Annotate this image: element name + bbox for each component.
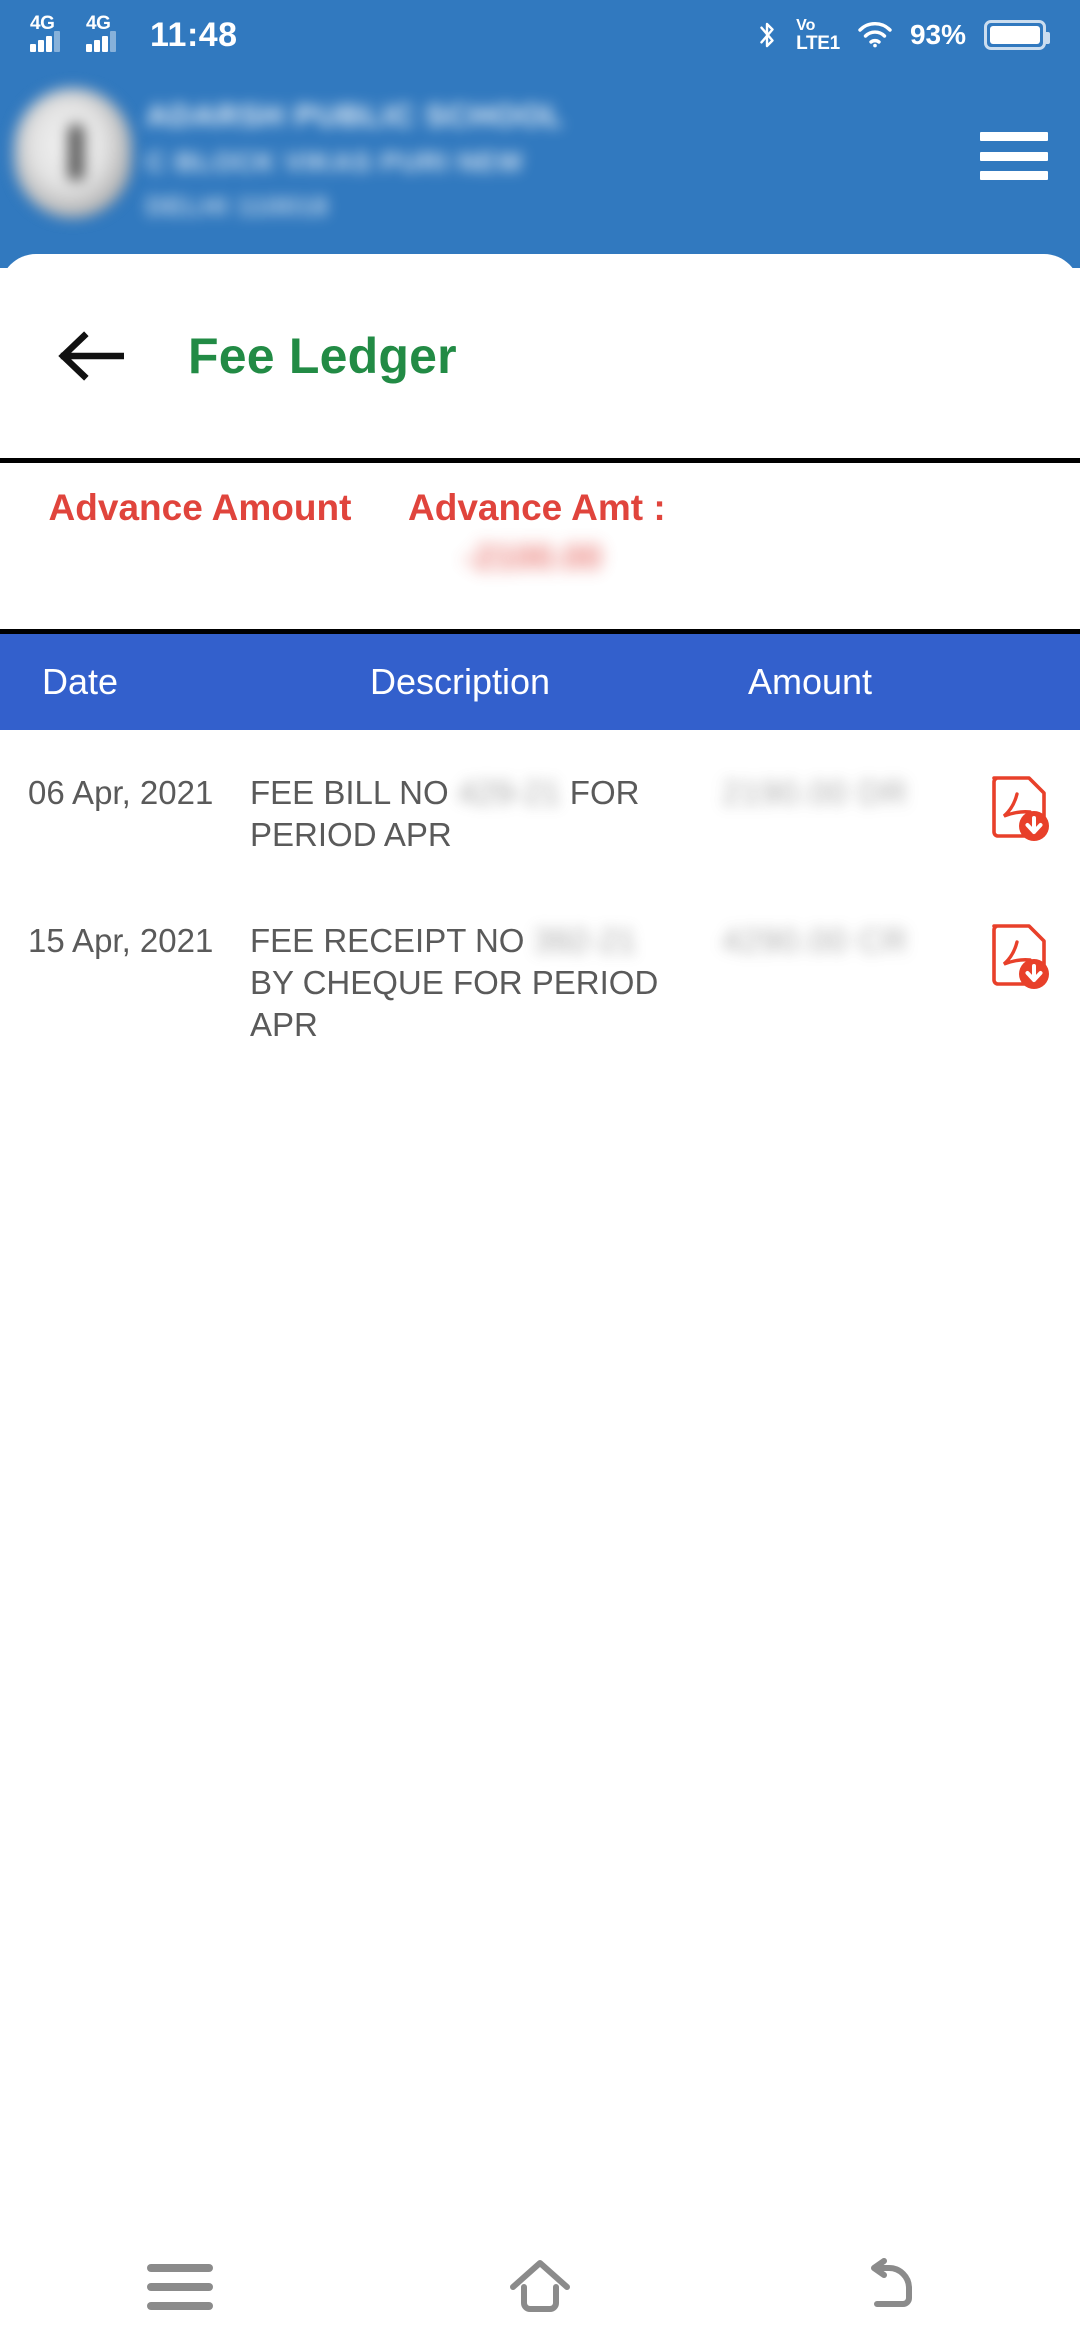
pdf-download-icon: [992, 924, 1049, 989]
volte-icon: Vo LTE1: [796, 16, 840, 54]
table-header-row: Date Description Amount: [0, 634, 1080, 730]
status-bar-left: 4G 4G 11:48: [30, 14, 238, 55]
row-description-prefix: FEE RECEIPT NO: [250, 922, 525, 959]
pdf-download-icon: [992, 776, 1049, 841]
android-navigation-bar: [0, 2234, 1080, 2340]
school-name-line-3: DELHI 110018: [146, 191, 329, 221]
nav-recents-button[interactable]: [0, 2264, 360, 2310]
wifi-icon: [858, 22, 892, 48]
row-description: FEE BILL NO 429-21 FOR PERIOD APR: [250, 772, 670, 856]
signal-sim2-icon: 4G: [86, 14, 130, 52]
advance-amount-label: Advance Amount: [48, 487, 352, 528]
row-amount: 2190.00 DR: [721, 774, 909, 811]
battery-icon: [984, 20, 1050, 50]
page-header: Fee Ledger: [0, 254, 1080, 458]
bluetooth-icon: [760, 22, 774, 48]
home-icon: [510, 2260, 570, 2312]
page-title: Fee Ledger: [188, 328, 457, 384]
column-header-date: Date: [42, 661, 119, 702]
table-row[interactable]: 15 Apr, 2021 FEE RECEIPT NO 392-21 BY CH…: [0, 878, 1080, 1047]
column-header-amount: Amount: [747, 661, 873, 702]
sim2-bars: [86, 31, 116, 52]
row-description-suffix: BY CHEQUE FOR PERIOD APR: [250, 964, 659, 1044]
school-name-line-2: C BLOCK VIKAS PURI NEW: [146, 147, 524, 177]
volte-bottom-label: LTE1: [796, 32, 840, 54]
table-row[interactable]: 06 Apr, 2021 FEE BILL NO 429-21 FOR PERI…: [0, 730, 1080, 878]
column-header-description: Description: [369, 661, 551, 702]
content-sheet: Fee Ledger Advance Amount Advance Amt : …: [0, 254, 1080, 2340]
nav-home-button[interactable]: [360, 2257, 720, 2317]
back-button[interactable]: [48, 313, 134, 399]
status-bar-right: Vo LTE1 93%: [756, 16, 1050, 54]
status-bar-clock: 11:48: [150, 15, 238, 54]
school-identity: ADARSH PUBLIC SCHOOL C BLOCK VIKAS PURI …: [0, 72, 1080, 250]
app-header: 4G 4G 11:48 Vo LTE1 93% ADARSH PUBLIC SC…: [0, 0, 1080, 268]
row-description: FEE RECEIPT NO 392-21 BY CHEQUE FOR PERI…: [250, 920, 670, 1047]
battery-percent-label: 93%: [909, 19, 966, 50]
row-description-redacted: 429-21: [457, 774, 561, 811]
back-arrow-icon: [58, 331, 124, 381]
row-amount-cell: 2190.00 DR: [670, 772, 960, 812]
back-nav-icon: [871, 2258, 912, 2307]
advance-amt-caption: Advance Amt :: [408, 487, 666, 528]
volte-top-label: Vo: [796, 16, 816, 34]
school-logo-icon: [14, 88, 132, 218]
recents-icon: [147, 2264, 213, 2310]
row-amount: 4290.00 CR: [721, 922, 909, 959]
advance-amt-value: -2100.00: [463, 537, 602, 577]
row-download-button[interactable]: [960, 920, 1080, 994]
advance-amount-section: Advance Amount Advance Amt : -2100.00: [0, 463, 1080, 629]
nav-back-button[interactable]: [720, 2258, 1080, 2316]
row-date: 06 Apr, 2021: [28, 774, 214, 811]
row-download-button[interactable]: [960, 772, 1080, 846]
row-date: 15 Apr, 2021: [28, 922, 214, 959]
row-amount-cell: 4290.00 CR: [670, 920, 960, 960]
signal-sim1-icon: 4G: [30, 14, 74, 52]
sim1-bars: [30, 31, 60, 52]
status-bar: 4G 4G 11:48 Vo LTE1 93%: [0, 0, 1080, 70]
row-description-prefix: FEE BILL NO: [250, 774, 449, 811]
school-name-block: ADARSH PUBLIC SCHOOL C BLOCK VIKAS PURI …: [146, 84, 564, 222]
school-name-line-1: ADARSH PUBLIC SCHOOL: [146, 98, 564, 133]
advance-amount-value-block: Advance Amt : -2100.00: [400, 487, 666, 578]
hamburger-menu-icon[interactable]: [980, 128, 1048, 184]
row-description-redacted: 392-21: [533, 922, 637, 959]
